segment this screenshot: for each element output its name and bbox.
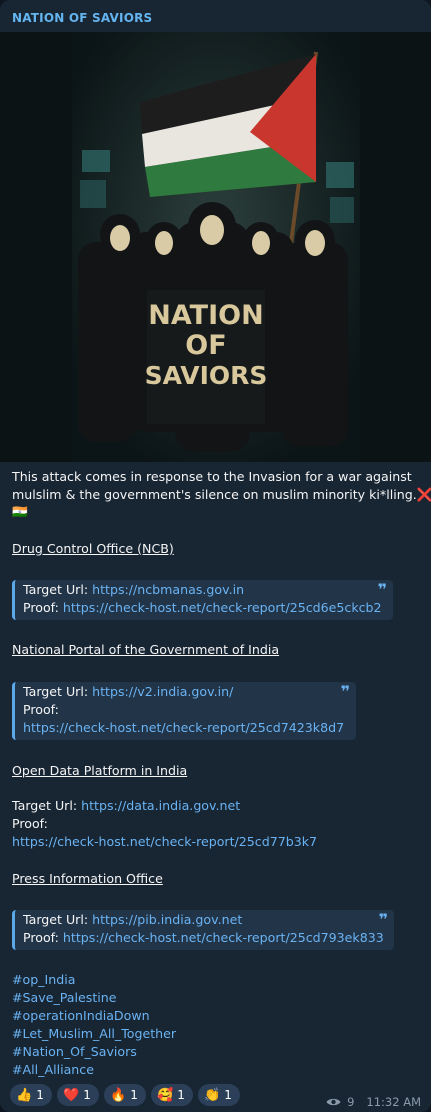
target-3-url-row: Target Url: https://data.india.gov.net: [12, 797, 240, 815]
target-2-quote: Target Url: https://v2.india.gov.in/ Pro…: [12, 682, 356, 740]
hashtag-operation-india-down[interactable]: #operationIndiaDown: [12, 1007, 150, 1025]
reaction-count: 1: [36, 1088, 44, 1102]
message-meta: 9 11:32 AM: [326, 1095, 421, 1109]
hacker-group-image: NATION OF SAVIORS: [0, 32, 431, 462]
target-4-proof-row: Proof: https://check-host.net/check-repo…: [23, 929, 384, 947]
fire-icon: 🔥: [110, 1087, 127, 1103]
reaction-clap[interactable]: 👏 1: [198, 1084, 240, 1106]
target-4-title: Press Information Office: [12, 871, 163, 886]
reaction-smiling-hearts[interactable]: 🥰 1: [151, 1084, 193, 1106]
proof-label: Proof:: [12, 816, 48, 831]
cross-mark-emoji: ❌: [416, 488, 431, 503]
target-2-url-link[interactable]: https://v2.india.gov.in/: [92, 684, 233, 699]
eye-icon: [326, 1098, 341, 1106]
target-url-label: Target Url:: [23, 912, 93, 927]
reaction-thumbs-up[interactable]: 👍 1: [10, 1084, 52, 1106]
thumbs-up-icon: 👍: [16, 1087, 33, 1103]
proof-label: Proof:: [23, 930, 63, 945]
message-bubble: NATION OF SAVIORS NATION OF SAVIORS This…: [0, 0, 431, 1112]
target-4-proof-link[interactable]: https://check-host.net/check-report/25cd…: [63, 930, 384, 945]
india-flag-emoji: 🇮🇳: [12, 504, 28, 519]
hashtag-nation-of-saviors[interactable]: #Nation_Of_Saviors: [12, 1043, 137, 1061]
message-time: 11:32 AM: [366, 1095, 421, 1109]
reactions-bar: 👍 1 ❤️ 1 🔥 1 🥰 1 👏 1: [10, 1084, 240, 1106]
target-1-proof-row: Proof: https://check-host.net/check-repo…: [23, 599, 383, 617]
target-1-quote: Target Url: https://ncbmanas.gov.in Proo…: [12, 580, 393, 620]
hashtag-all-alliance[interactable]: #All_Alliance: [12, 1061, 94, 1079]
intro-line-2: mulslim & the government's silence on mu…: [12, 487, 417, 502]
target-4-quote: Target Url: https://pib.india.gov.net Pr…: [12, 910, 394, 950]
target-3-title: Open Data Platform in India: [12, 763, 188, 778]
target-3-proof-link[interactable]: https://check-host.net/check-report/25cd…: [12, 833, 317, 851]
target-1-url-link[interactable]: https://ncbmanas.gov.in: [92, 582, 244, 597]
reaction-count: 1: [130, 1088, 138, 1102]
target-4-url-link[interactable]: https://pib.india.gov.net: [92, 912, 242, 927]
view-count: 9: [347, 1095, 355, 1109]
target-2-url-row: Target Url: https://v2.india.gov.in/: [23, 683, 346, 701]
banner-text-3: SAVIORS: [145, 361, 268, 390]
target-3-url-link[interactable]: https://data.india.gov.net: [81, 798, 240, 813]
hashtag-save-palestine[interactable]: #Save_Palestine: [12, 989, 116, 1007]
quote-icon: ❞: [340, 682, 350, 701]
clapping-hands-icon: 👏: [204, 1087, 221, 1103]
reaction-heart[interactable]: ❤️ 1: [57, 1084, 99, 1106]
target-2-title: National Portal of the Government of Ind…: [12, 642, 280, 657]
quote-icon: ❞: [378, 910, 388, 929]
smiling-face-hearts-icon: 🥰: [157, 1087, 174, 1103]
banner-text-1: NATION: [148, 300, 263, 331]
quote-icon: ❞: [377, 580, 387, 599]
channel-name[interactable]: NATION OF SAVIORS: [12, 11, 152, 25]
proof-label: Proof:: [23, 600, 63, 615]
target-url-label: Target Url:: [12, 798, 82, 813]
reaction-count: 1: [83, 1088, 91, 1102]
reaction-fire[interactable]: 🔥 1: [104, 1084, 146, 1106]
intro-line-1: This attack comes in response to the Inv…: [12, 469, 412, 484]
target-2-proof-link[interactable]: https://check-host.net/check-report/25cd…: [23, 719, 346, 737]
post-photo[interactable]: NATION OF SAVIORS: [0, 32, 431, 462]
hashtag-let-muslim-all-together[interactable]: #Let_Muslim_All_Together: [12, 1025, 176, 1043]
reaction-count: 1: [177, 1088, 185, 1102]
intro-line-2-row: mulslim & the government's silence on mu…: [12, 486, 431, 505]
target-1-url-row: Target Url: https://ncbmanas.gov.in: [23, 581, 383, 599]
target-url-label: Target Url:: [23, 582, 93, 597]
target-1-title: Drug Control Office (NCB): [12, 541, 174, 556]
proof-label: Proof:: [23, 702, 59, 717]
heart-icon: ❤️: [63, 1087, 80, 1103]
banner-text-2: OF: [185, 330, 226, 361]
target-4-url-row: Target Url: https://pib.india.gov.net: [23, 911, 384, 929]
reaction-count: 1: [224, 1088, 232, 1102]
target-1-proof-link[interactable]: https://check-host.net/check-report/25cd…: [63, 600, 382, 615]
target-url-label: Target Url:: [23, 684, 93, 699]
hashtag-op-india[interactable]: #op_India: [12, 971, 75, 989]
